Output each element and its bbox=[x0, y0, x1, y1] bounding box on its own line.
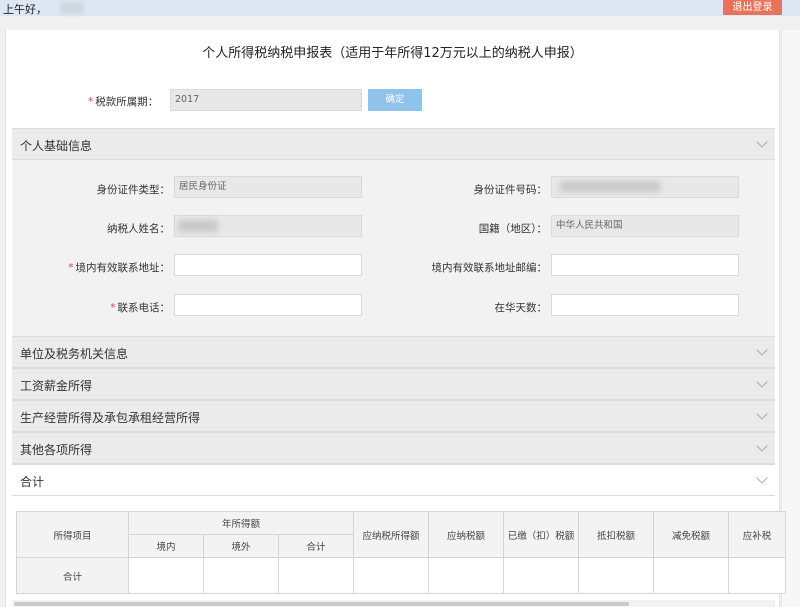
logout-button[interactable]: 退出登录 bbox=[723, 0, 782, 15]
row-label: 合计 bbox=[16, 557, 129, 594]
section-unit-info[interactable]: 单位及税务机关信息 bbox=[12, 336, 775, 368]
days-in-china-label: 在华天数： bbox=[494, 302, 548, 314]
col-tax-payable: 应纳税额 bbox=[428, 511, 504, 558]
section-title: 其他各项所得 bbox=[20, 443, 93, 457]
section-title: 生产经营所得及承包承租经营所得 bbox=[20, 411, 201, 425]
table-cell[interactable] bbox=[353, 557, 429, 594]
confirm-button[interactable]: 确定 bbox=[368, 89, 422, 111]
chevron-down-icon bbox=[756, 408, 768, 420]
table-cell[interactable] bbox=[203, 557, 279, 594]
col-tax-paid: 已缴（扣）税额 bbox=[503, 511, 579, 558]
col-tax-credit: 抵扣税额 bbox=[578, 511, 654, 558]
nationality-field[interactable]: 中华人民共和国 bbox=[551, 215, 739, 237]
section-business[interactable]: 生产经营所得及承包承租经营所得 bbox=[12, 400, 775, 432]
name-label: 纳税人姓名： bbox=[107, 223, 170, 235]
section-title: 合计 bbox=[20, 475, 45, 489]
col-domestic: 境内 bbox=[128, 534, 204, 558]
nationality-label: 国籍（地区）： bbox=[478, 223, 547, 235]
chevron-down-icon bbox=[756, 344, 768, 356]
table-row: 合计 bbox=[16, 557, 786, 594]
postcode-input[interactable] bbox=[551, 254, 739, 276]
summary-table: 所得项目 年所得额 应纳税所得额 应纳税额 已缴（扣）税额 抵扣税额 减免税额 … bbox=[16, 511, 786, 594]
id-type-label: 身份证件类型： bbox=[96, 184, 171, 196]
address-input[interactable] bbox=[174, 254, 362, 276]
col-overseas: 境外 bbox=[203, 534, 279, 558]
table-cell[interactable] bbox=[653, 557, 729, 594]
days-in-china-input[interactable] bbox=[551, 294, 739, 316]
col-tax-due: 应补税 bbox=[728, 511, 786, 558]
table-cell[interactable] bbox=[578, 557, 654, 594]
chevron-down-icon bbox=[756, 376, 768, 388]
col-subtotal: 合计 bbox=[278, 534, 354, 558]
section-basic-info[interactable]: 个人基础信息 bbox=[12, 128, 775, 160]
id-number-redacted bbox=[560, 181, 660, 192]
greeting-text: 上午好， bbox=[3, 3, 47, 16]
section-other-income[interactable]: 其他各项所得 bbox=[12, 432, 775, 464]
tax-period-field[interactable]: 2017 bbox=[170, 89, 362, 111]
chevron-down-icon bbox=[756, 472, 768, 484]
table-cell[interactable] bbox=[278, 557, 354, 594]
chevron-down-icon bbox=[756, 440, 768, 452]
phone-label: * 联系电话： bbox=[110, 302, 170, 314]
id-number-label: 身份证件号码： bbox=[473, 184, 548, 196]
section-title: 工资薪金所得 bbox=[20, 379, 93, 393]
table-cell[interactable] bbox=[428, 557, 504, 594]
col-taxable-income: 应纳税所得额 bbox=[353, 511, 429, 558]
chevron-down-icon bbox=[756, 136, 768, 148]
table-cell[interactable] bbox=[728, 557, 786, 594]
section-total[interactable]: 合计 bbox=[12, 464, 775, 496]
section-title: 个人基础信息 bbox=[20, 139, 93, 153]
postcode-label: 境内有效联系地址邮编： bbox=[431, 262, 548, 274]
form-title: 个人所得税纳税申报表（适用于年所得12万元以上的纳税人申报） bbox=[202, 46, 583, 61]
address-label: * 境内有效联系地址： bbox=[68, 262, 170, 274]
tax-period-label: * 税款所属期： bbox=[88, 96, 159, 108]
col-tax-relief: 减免税额 bbox=[653, 511, 729, 558]
table-cell[interactable] bbox=[503, 557, 579, 594]
col-annual-income: 年所得额 bbox=[128, 511, 354, 535]
required-mark: * bbox=[88, 96, 94, 108]
section-wages[interactable]: 工资薪金所得 bbox=[12, 368, 775, 400]
id-type-field[interactable]: 居民身份证 bbox=[174, 176, 362, 198]
section-title: 单位及税务机关信息 bbox=[20, 347, 129, 361]
top-bar: 上午好， 退出登录 bbox=[0, 0, 800, 16]
name-redacted bbox=[178, 220, 218, 232]
col-income-item: 所得项目 bbox=[16, 511, 129, 558]
phone-input[interactable] bbox=[174, 294, 362, 316]
scrollbar-thumb[interactable] bbox=[14, 602, 629, 606]
table-cell[interactable] bbox=[128, 557, 204, 594]
username-redacted bbox=[60, 2, 84, 14]
